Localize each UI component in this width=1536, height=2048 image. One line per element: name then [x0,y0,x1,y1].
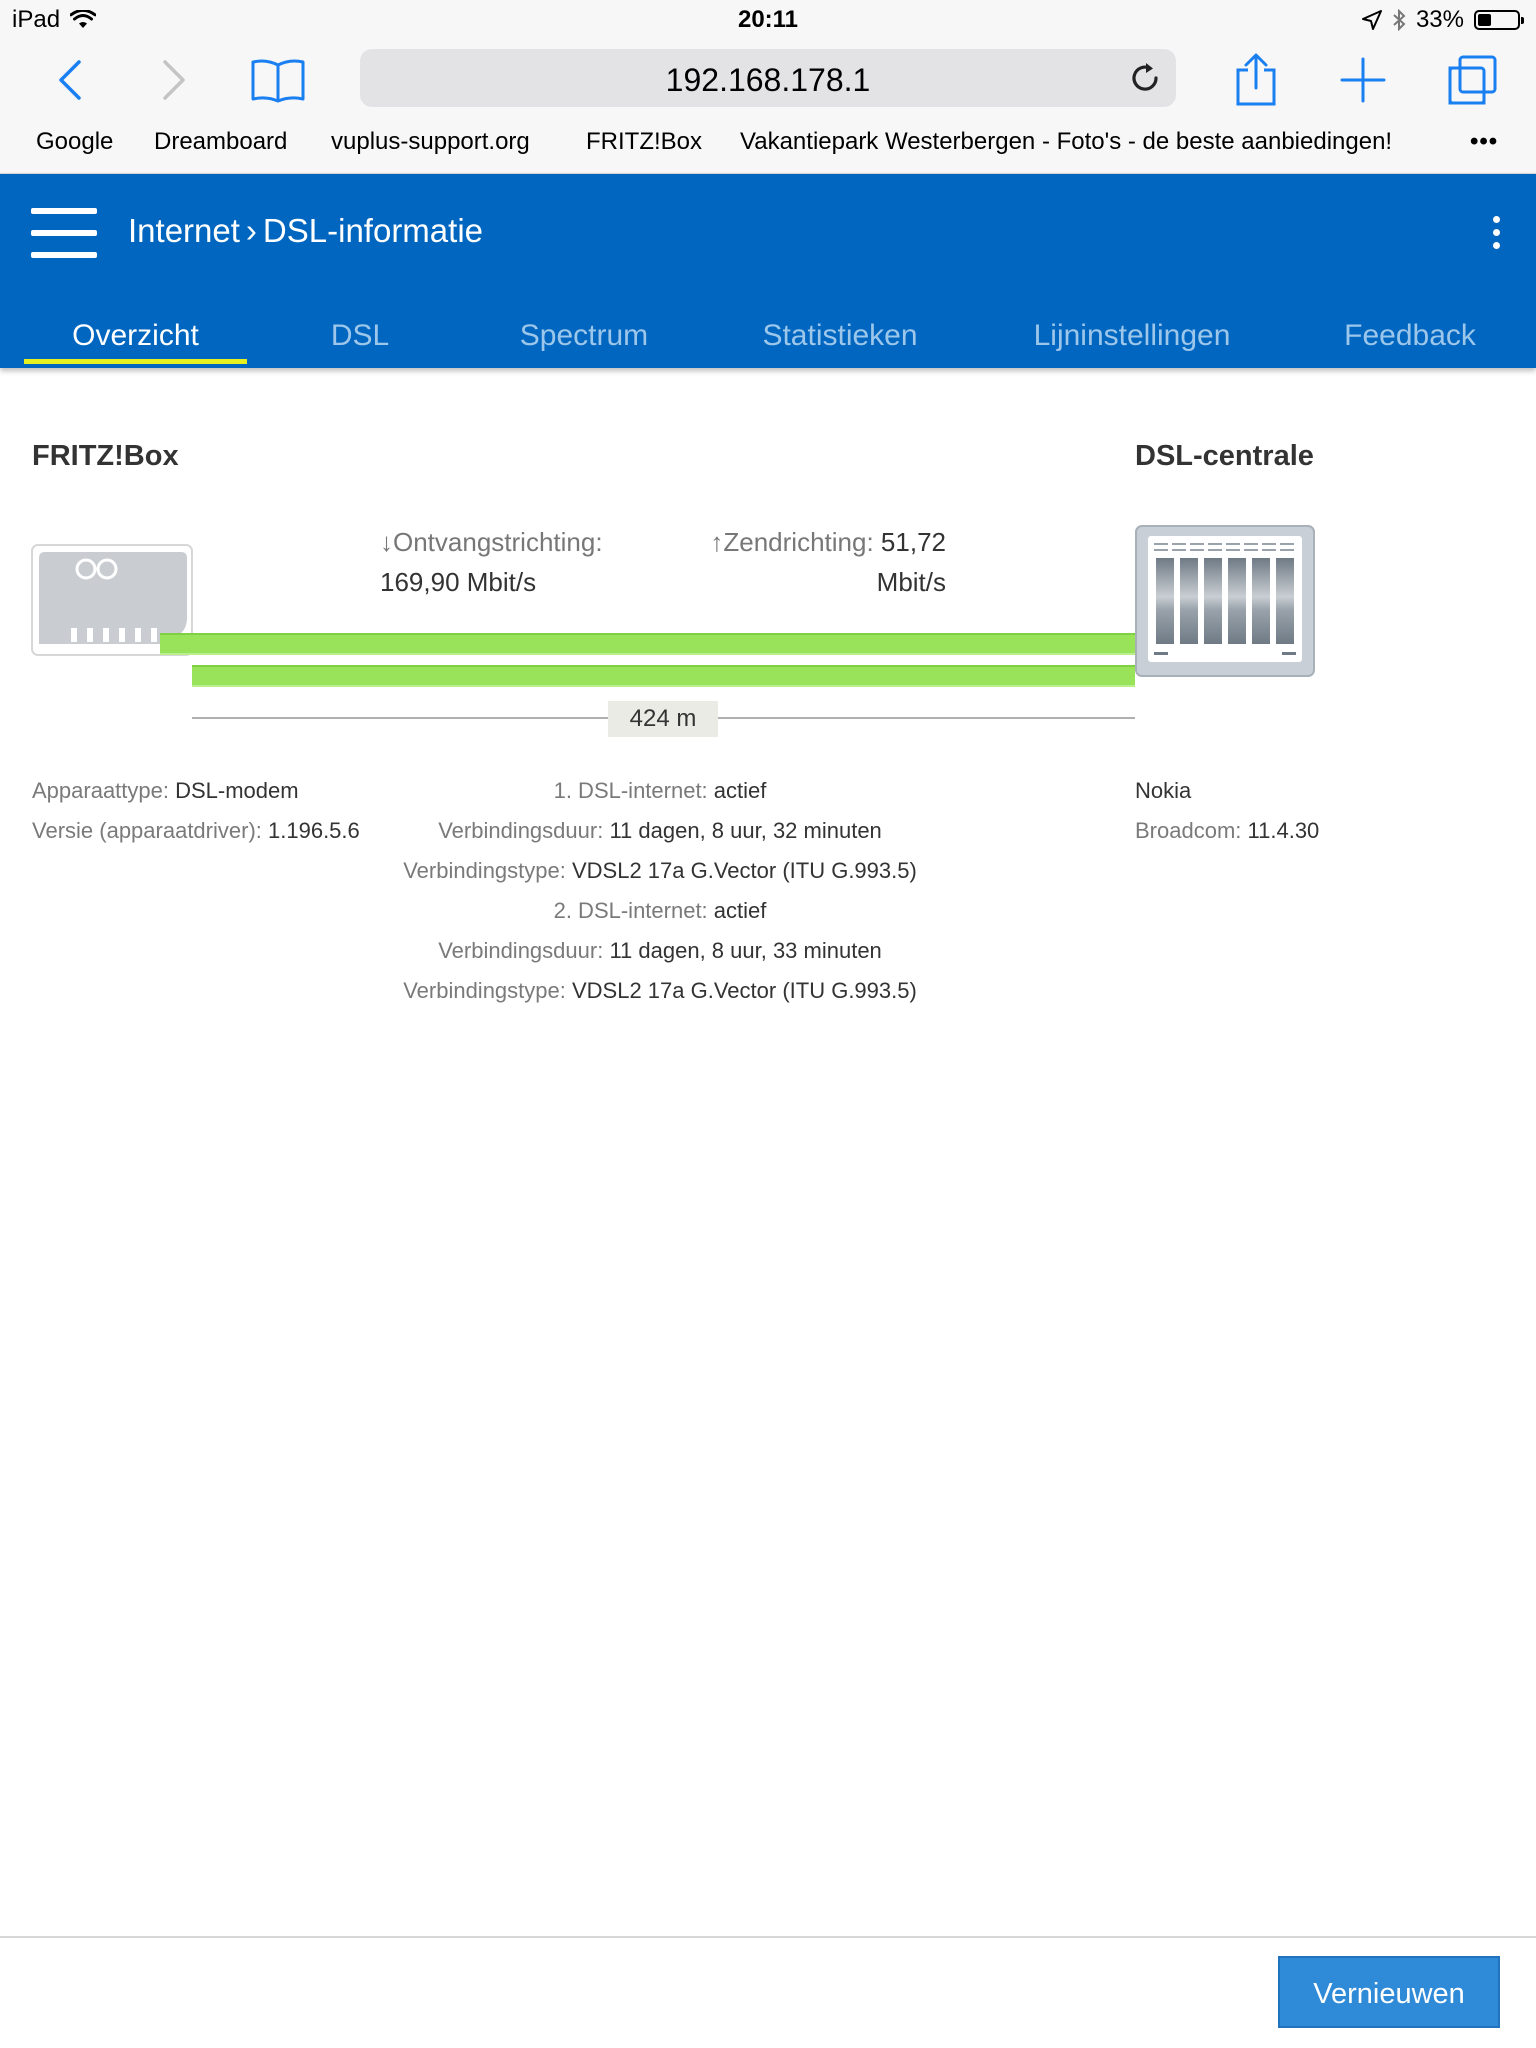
bookmark-dreamboard[interactable]: Dreamboard [154,128,287,156]
bookmark-vuplus-support[interactable]: vuplus-support.org [331,128,530,156]
distance-label: 424 m [608,701,718,737]
bluetooth-icon [1393,9,1406,31]
info-key: Apparaattype: [32,778,169,803]
footer-divider [0,1936,1536,1938]
info-row: 2. DSL-internet: actief [340,891,980,931]
tabs-icon [1448,55,1497,105]
battery-icon [1474,10,1524,30]
info-row: Verbindingstype: VDSL2 17a G.Vector (ITU… [340,851,980,891]
info-row: Apparaattype: DSL-modem [32,771,360,811]
bookmark-google[interactable]: Google [36,128,113,156]
info-row: Verbindingsduur: 11 dagen, 8 uur, 33 min… [340,931,980,971]
tab-lijninstellingen[interactable]: Lijninstellingen [1010,304,1254,368]
status-right: 33% [1361,6,1524,34]
battery-level [1478,14,1491,26]
tab-bar: Overzicht DSL Spectrum Statistieken Lijn… [0,304,1536,368]
info-row: Verbindingsduur: 11 dagen, 8 uur, 32 min… [340,811,980,851]
tab-label: Statistieken [762,319,918,352]
fritzbox-info: Apparaattype: DSL-modem Versie (apparaat… [32,771,360,851]
browser-toolbar: 192.168.178.1 [0,40,1536,120]
info-key: Versie (apparaatdriver): [32,818,262,843]
info-value: 11 dagen, 8 uur, 32 minuten [609,818,882,843]
info-key: Verbindingsduur: [438,938,604,963]
bookmarks-button[interactable] [248,50,308,110]
tab-overzicht[interactable]: Overzicht [24,304,247,368]
chevron-right-icon [163,60,185,100]
tab-label: Feedback [1344,319,1476,352]
info-value: DSL-modem [175,778,299,803]
share-button[interactable] [1226,50,1286,110]
upstream-value: 51,72 [880,527,946,557]
dsl-line-1 [160,633,1135,655]
downstream-label: ↓Ontvangstrichting: [380,527,603,557]
status-time: 20:11 [737,6,799,33]
info-value: VDSL2 17a G.Vector (ITU G.993.5) [571,858,917,883]
fritzbox-title: FRITZ!Box [32,440,179,472]
upstream-rate: ↑Zendrichting: 51,72 Mbit/s [700,522,946,602]
plus-icon [1340,57,1386,103]
info-key: 1. DSL-internet: [553,778,708,803]
tab-spectrum[interactable]: Spectrum [484,304,684,368]
dsl-centrale-icon [1135,525,1315,677]
bookmarks-bar: Google Dreamboard vuplus-support.org FRI… [0,120,1536,174]
info-row: Versie (apparaatdriver): 1.196.5.6 [32,811,360,851]
tab-statistieken[interactable]: Statistieken [740,304,940,368]
dsl-centrale-info: Nokia Broadcom: 11.4.30 [1135,771,1319,851]
info-value: Nokia [1135,778,1192,803]
info-row: Nokia [1135,771,1319,811]
breadcrumb-internet[interactable]: Internet [128,212,240,250]
tab-label: Overzicht [72,319,199,352]
bookmark-westerbergen[interactable]: Vakantiepark Westerbergen - Foto's - de … [740,128,1392,156]
status-bar: iPad 20:11 33% [0,0,1536,40]
more-bookmarks-button[interactable]: ••• [1470,128,1498,156]
info-value: 11 dagen, 8 uur, 33 minuten [609,938,882,963]
downstream-value: 169,90 Mbit/s [380,567,537,597]
book-icon [251,59,305,103]
app-header: Internet › DSL-informatie Overzicht DSL … [0,174,1536,368]
share-icon [1236,53,1276,106]
tab-label: Lijninstellingen [1033,319,1231,352]
connection-info: 1. DSL-internet: actief Verbindingsduur:… [340,771,980,1011]
chevron-left-icon [59,60,81,100]
back-button[interactable] [40,50,100,110]
tab-feedback[interactable]: Feedback [1320,304,1500,368]
upstream-label: ↑Zendrichting: [710,527,874,557]
more-options-icon[interactable] [1488,216,1504,256]
new-tab-button[interactable] [1333,50,1393,110]
info-row: Broadcom: 11.4.30 [1135,811,1319,851]
dsl-centrale-title: DSL-centrale [1135,440,1314,472]
info-key: Broadcom: [1135,818,1242,843]
breadcrumb: Internet › DSL-informatie [128,212,483,250]
refresh-button[interactable]: Vernieuwen [1278,1956,1500,2028]
address-bar[interactable]: 192.168.178.1 [360,49,1176,107]
info-key: Verbindingstype: [403,858,566,883]
info-value: actief [713,778,767,803]
info-value: 11.4.30 [1247,818,1320,843]
tab-dsl[interactable]: DSL [290,304,430,368]
info-value: VDSL2 17a G.Vector (ITU G.993.5) [571,978,917,1003]
page-title: DSL-informatie [262,212,483,249]
tabs-button[interactable] [1442,50,1502,110]
downstream-rate: ↓Ontvangstrichting: 169,90 Mbit/s [380,522,603,602]
active-tab-indicator [24,359,247,364]
breadcrumb-separator-icon: › [245,212,257,249]
dsl-line-2 [192,665,1135,687]
bookmark-fritzbox[interactable]: FRITZ!Box [586,128,702,156]
upstream-unit: Mbit/s [876,567,946,597]
info-key: Verbindingstype: [403,978,566,1003]
battery-percentage: 33% [1415,6,1464,33]
info-row: Verbindingstype: VDSL2 17a G.Vector (ITU… [340,971,980,1011]
forward-button[interactable] [144,50,204,110]
tab-label: DSL [330,319,390,352]
info-value: actief [713,898,767,923]
tab-label: Spectrum [519,319,649,352]
reload-icon[interactable] [1126,59,1164,97]
menu-icon[interactable] [31,208,97,258]
info-row: 1. DSL-internet: actief [340,771,980,811]
info-key: 2. DSL-internet: [553,898,708,923]
url-text: 192.168.178.1 [665,62,871,98]
info-key: Verbindingsduur: [438,818,604,843]
location-arrow-icon [1361,10,1382,30]
